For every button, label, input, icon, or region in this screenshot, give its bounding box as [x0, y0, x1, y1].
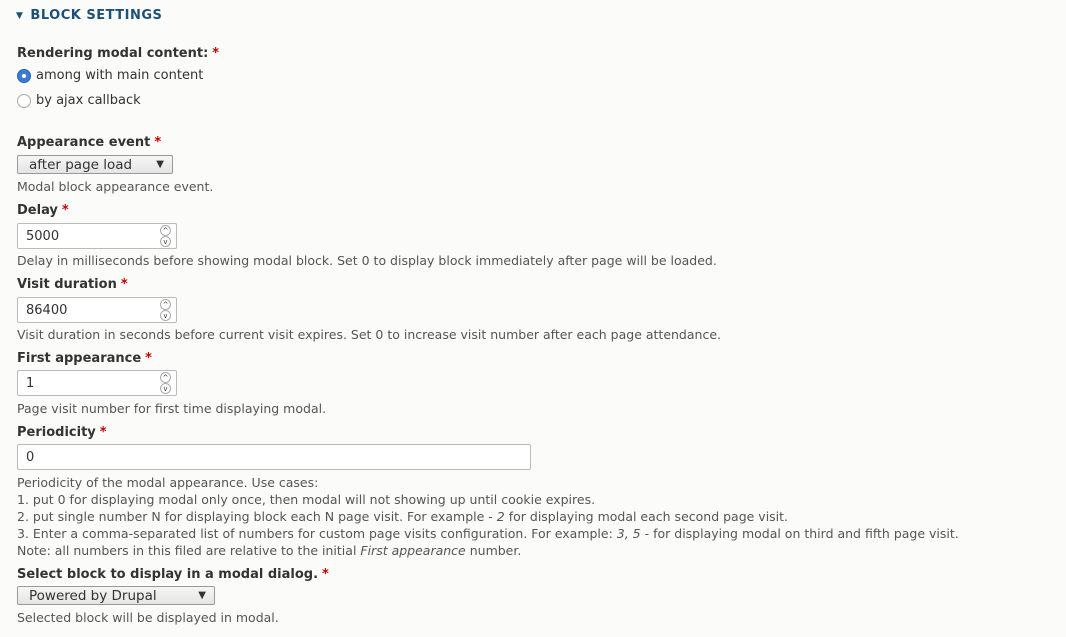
appearance-event-select[interactable]: after page load ▼: [17, 155, 173, 174]
dropdown-arrow-icon: ▼: [198, 590, 206, 601]
radio-among-main-content[interactable]: among with main content: [17, 68, 203, 83]
required-marker: *: [120, 277, 128, 292]
text: for displaying modal each second page vi…: [504, 509, 789, 524]
collapse-triangle-icon: ▼: [16, 10, 24, 21]
periodicity-description: Periodicity of the modal appearance. Use…: [17, 474, 959, 559]
rendering-label: Rendering modal content: *: [17, 46, 219, 61]
rendering-label-text: Rendering modal content:: [17, 46, 209, 61]
delay-label-text: Delay: [17, 203, 58, 218]
appearance-event-label-text: Appearance event: [17, 135, 151, 150]
visit-duration-input[interactable]: 86400 ^ v: [17, 297, 177, 323]
periodicity-input[interactable]: 0: [17, 444, 531, 470]
text: number.: [465, 543, 522, 558]
text: 2. put single number N for displaying bl…: [17, 509, 497, 524]
spin-down-icon[interactable]: v: [160, 236, 171, 247]
radio-label: among with main content: [36, 68, 204, 83]
field-reference: First appearance: [360, 543, 466, 558]
text: Note: all numbers in this filed are rela…: [17, 543, 361, 558]
selected-value: after page load: [29, 156, 133, 173]
first-appearance-label: First appearance *: [17, 351, 152, 366]
text: - for displaying modal on third and fift…: [640, 526, 959, 541]
required-marker: *: [212, 46, 220, 61]
periodicity-note: Note: all numbers in this filed are rela…: [17, 542, 959, 559]
radio-ajax-callback[interactable]: by ajax callback: [17, 93, 141, 108]
selected-value: Powered by Drupal: [29, 587, 157, 604]
spin-up-icon[interactable]: ^: [160, 225, 171, 236]
text: 3. Enter a comma-separated list of numbe…: [17, 526, 617, 541]
required-marker: *: [154, 135, 162, 150]
radio-checked-icon[interactable]: [17, 68, 31, 83]
number-spinner[interactable]: ^ v: [160, 299, 171, 321]
delay-input[interactable]: 5000 ^ v: [17, 223, 177, 249]
input-value: 1: [26, 375, 35, 391]
delay-label: Delay *: [17, 203, 69, 218]
visit-duration-label-text: Visit duration: [17, 277, 117, 292]
visit-duration-label: Visit duration *: [17, 277, 128, 292]
spin-down-icon[interactable]: v: [160, 383, 171, 394]
appearance-event-description: Modal block appearance event.: [17, 179, 214, 194]
section-title: BLOCK SETTINGS: [30, 8, 163, 23]
periodicity-case-2: 2. put single number N for displaying bl…: [17, 508, 959, 525]
block-select-description: Selected block will be displayed in moda…: [17, 610, 279, 625]
spin-up-icon[interactable]: ^: [160, 299, 171, 310]
dropdown-arrow-icon: ▼: [156, 159, 164, 170]
appearance-event-label: Appearance event *: [17, 135, 161, 150]
block-select-label: Select block to display in a modal dialo…: [17, 567, 329, 582]
number-spinner[interactable]: ^ v: [160, 372, 171, 394]
visit-duration-description: Visit duration in seconds before current…: [17, 327, 721, 342]
required-marker: *: [99, 425, 107, 440]
periodicity-label-text: Periodicity: [17, 425, 96, 440]
number-spinner[interactable]: ^ v: [160, 225, 171, 247]
example-value: 2: [496, 509, 505, 524]
periodicity-label: Periodicity *: [17, 425, 107, 440]
required-marker: *: [322, 567, 329, 582]
block-select-label-text: Select block to display in a modal dialo…: [17, 567, 319, 582]
delay-description: Delay in milliseconds before showing mod…: [17, 253, 717, 268]
required-marker: *: [145, 351, 152, 366]
first-appearance-input[interactable]: 1 ^ v: [17, 370, 177, 396]
periodicity-intro: Periodicity of the modal appearance. Use…: [17, 475, 319, 490]
first-appearance-label-text: First appearance: [17, 351, 142, 366]
block-settings-toggle[interactable]: ▼ BLOCK SETTINGS: [16, 8, 162, 23]
spin-up-icon[interactable]: ^: [160, 372, 171, 383]
block-select[interactable]: Powered by Drupal ▼: [17, 586, 215, 605]
radio-unchecked-icon[interactable]: [17, 93, 31, 108]
spin-down-icon[interactable]: v: [160, 310, 171, 321]
input-value: 0: [26, 449, 35, 465]
input-value: 86400: [26, 302, 68, 318]
radio-label: by ajax callback: [36, 93, 141, 108]
input-value: 5000: [26, 228, 60, 244]
periodicity-case-1: 1. put 0 for displaying modal only once,…: [17, 492, 596, 507]
first-appearance-description: Page visit number for first time display…: [17, 401, 327, 416]
periodicity-case-3: 3. Enter a comma-separated list of numbe…: [17, 525, 959, 542]
example-value: 3, 5: [616, 526, 641, 541]
required-marker: *: [61, 203, 69, 218]
